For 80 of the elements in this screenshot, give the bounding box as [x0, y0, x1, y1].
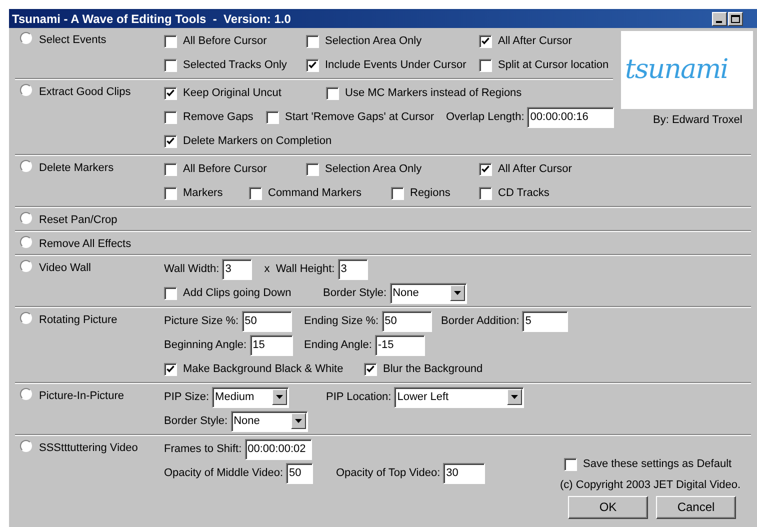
- input-field[interactable]: 00:00:00:16: [527, 106, 614, 128]
- checkmark-icon: [308, 60, 317, 70]
- caret-icon: [450, 285, 465, 301]
- checkbox[interactable]: Regions: [391, 184, 450, 202]
- input-field[interactable]: -15: [374, 334, 425, 356]
- checkbox[interactable]: CD Tracks: [479, 184, 550, 202]
- field-label: Opacity of Middle Video:: [164, 466, 284, 481]
- dropdown[interactable]: Lower Left: [394, 386, 524, 408]
- checkbox[interactable]: Command Markers: [249, 184, 362, 202]
- radio-option[interactable]: Video Wall: [9, 257, 164, 277]
- checkbox[interactable]: Selection Area Only: [306, 160, 422, 178]
- checkbox[interactable]: Remove Gaps: [164, 108, 254, 126]
- copyright-text: (c) Copyright 2003 JET Digital Video.: [560, 478, 741, 493]
- checkmark-icon: [166, 136, 175, 146]
- checkbox[interactable]: All Before Cursor: [164, 160, 267, 178]
- input-field[interactable]: 15: [250, 334, 293, 356]
- radio-option[interactable]: Select Events: [9, 29, 164, 49]
- input-field[interactable]: 30: [443, 462, 486, 484]
- checkbox[interactable]: Split at Cursor location: [479, 56, 609, 74]
- dialog-button[interactable]: Cancel: [656, 496, 736, 518]
- input-field[interactable]: 50: [382, 310, 432, 332]
- checkbox[interactable]: Delete Markers on Completion: [164, 132, 332, 150]
- maximize-icon[interactable]: [728, 12, 743, 26]
- checkbox[interactable]: Start 'Remove Gaps' at Cursor: [266, 108, 434, 126]
- checkbox[interactable]: All After Cursor: [479, 160, 572, 178]
- logo: tsunami: [621, 31, 753, 109]
- dropdown[interactable]: None: [230, 410, 308, 432]
- radio-option[interactable]: Rotating Picture: [9, 309, 164, 329]
- byline: By: Edward Troxel: [652, 113, 744, 128]
- checkbox[interactable]: Blur the Background: [364, 360, 483, 378]
- checkmark-icon: [166, 364, 175, 374]
- field-label: Border Style:: [323, 286, 387, 301]
- checkmark-icon: [166, 88, 175, 98]
- checkbox[interactable]: Selected Tracks Only: [164, 56, 287, 74]
- input-field[interactable]: 50: [242, 310, 292, 332]
- field-label: Border Addition:: [441, 314, 520, 329]
- caret-icon: [507, 389, 522, 405]
- radio-option[interactable]: Picture-In-Picture: [9, 385, 164, 405]
- window-title: Tsunami - A Wave of Editing Tools - Version: 1.0: [12, 10, 291, 28]
- field-label: Overlap Length:: [446, 110, 524, 125]
- field-label: Ending Angle:: [304, 338, 372, 353]
- checkbox[interactable]: Use MC Markers instead of Regions: [326, 84, 522, 102]
- input-field[interactable]: 3: [338, 258, 368, 280]
- caret-icon: [272, 389, 288, 405]
- field-label: Beginning Angle:: [164, 338, 247, 353]
- field-label: Picture Size %:: [164, 314, 239, 329]
- field-label: Ending Size %:: [304, 314, 379, 329]
- checkbox[interactable]: Add Clips going Down: [164, 284, 292, 302]
- checkbox[interactable]: All After Cursor: [479, 32, 572, 50]
- radio-option[interactable]: Extract Good Clips: [9, 81, 164, 101]
- radio-option[interactable]: Delete Markers: [9, 157, 164, 177]
- input-field[interactable]: 50: [286, 462, 314, 484]
- field-label: Wall Width:: [164, 262, 220, 277]
- input-field[interactable]: 3: [222, 258, 252, 280]
- dropdown[interactable]: None: [390, 282, 467, 304]
- checkbox[interactable]: Make Background Black & White: [164, 360, 344, 378]
- field-label: x Wall Height:: [264, 262, 335, 277]
- dropdown[interactable]: Medium: [212, 386, 290, 408]
- input-field[interactable]: 5: [522, 310, 568, 332]
- checkmark-icon: [481, 164, 490, 174]
- checkbox[interactable]: Keep Original Uncut: [164, 84, 282, 102]
- radio-option[interactable]: Remove All Effects: [9, 233, 164, 253]
- minimize-icon[interactable]: [712, 12, 727, 26]
- field-label: PIP Size:: [164, 390, 210, 405]
- checkbox[interactable]: Include Events Under Cursor: [306, 56, 466, 74]
- radio-option[interactable]: Reset Pan/Crop: [9, 209, 164, 229]
- field-label: Opacity of Top Video:: [336, 466, 440, 481]
- field-label: Border Style:: [164, 414, 228, 429]
- checkbox[interactable]: All Before Cursor: [164, 32, 267, 50]
- caret-icon: [290, 413, 306, 429]
- input-field[interactable]: 00:00:00:02: [244, 438, 312, 460]
- checkbox[interactable]: Selection Area Only: [306, 32, 422, 50]
- field-label: Frames to Shift:: [164, 442, 242, 457]
- radio-option[interactable]: SSStttuttering Video: [9, 437, 164, 457]
- checkmark-icon: [481, 36, 490, 46]
- dialog-button[interactable]: OK: [568, 496, 648, 518]
- field-label: PIP Location:: [326, 390, 392, 405]
- checkbox[interactable]: Markers: [164, 184, 223, 202]
- checkbox[interactable]: Save these settings as Default: [564, 455, 732, 473]
- checkmark-icon: [366, 364, 375, 374]
